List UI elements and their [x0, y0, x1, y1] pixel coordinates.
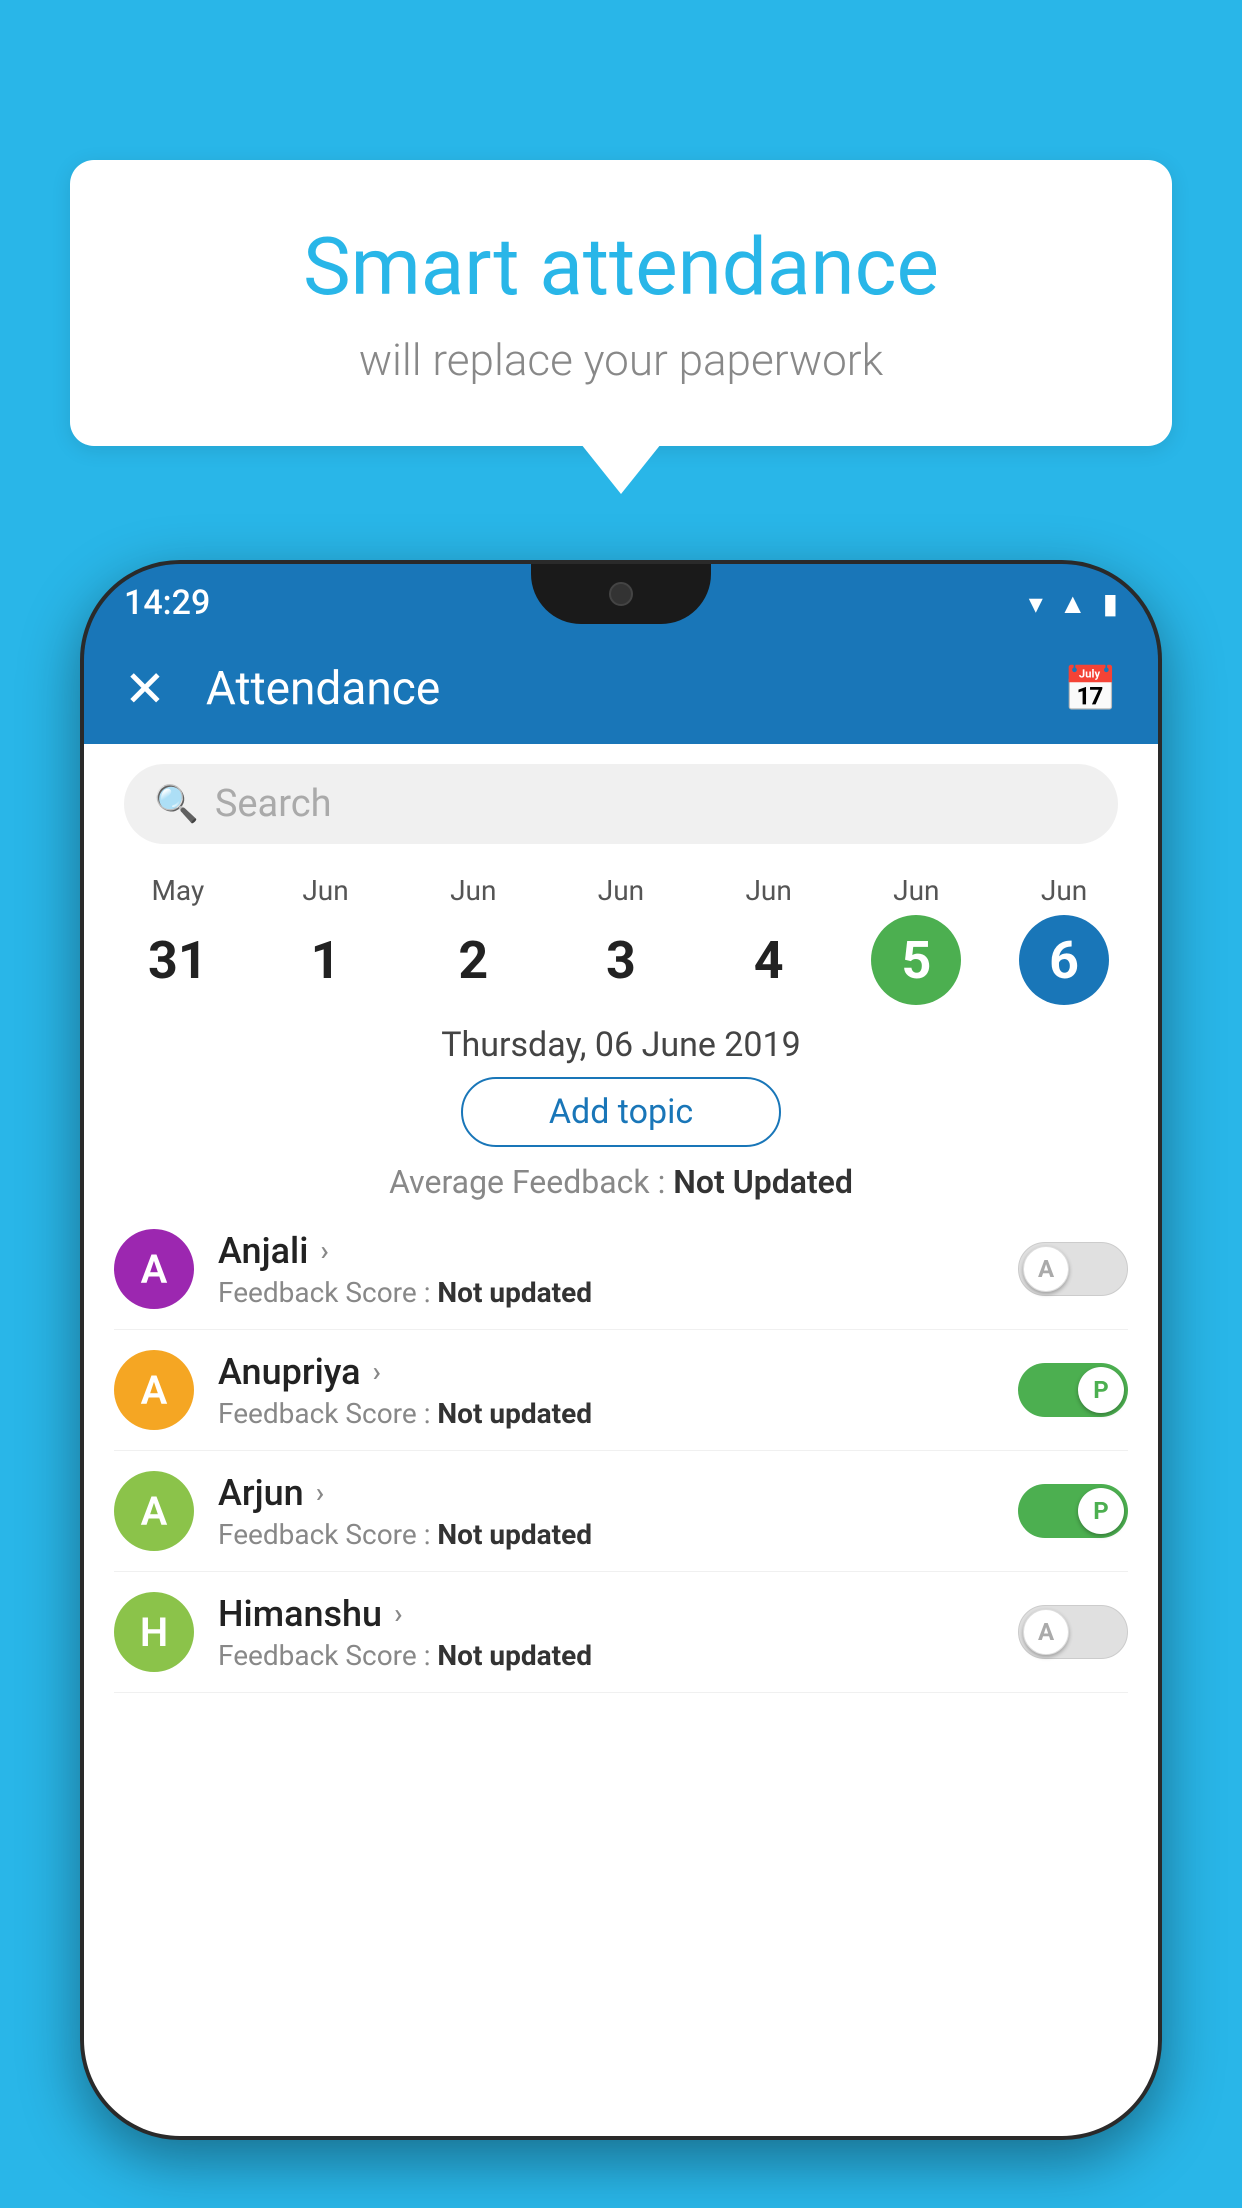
speech-bubble: Smart attendance will replace your paper… — [70, 160, 1172, 446]
cal-date-number[interactable]: 1 — [281, 915, 371, 1005]
calendar-day[interactable]: Jun 3 — [576, 874, 666, 1005]
cal-month-label: Jun — [302, 874, 348, 907]
calendar-strip: May 31 Jun 1 Jun 2 Jun 3 Jun 4 Jun 5 Jun 6 — [84, 864, 1158, 1005]
student-avatar: A — [114, 1229, 194, 1309]
student-list: AAnjali ›Feedback Score : Not updatedAAA… — [84, 1209, 1158, 1693]
cal-date-number[interactable]: 31 — [133, 915, 223, 1005]
front-camera — [609, 582, 633, 606]
search-bar[interactable]: 🔍 Search — [124, 764, 1118, 844]
cal-month-label: Jun — [893, 874, 939, 907]
search-input[interactable]: Search — [215, 782, 332, 826]
calendar-icon[interactable]: 📅 — [1063, 663, 1118, 715]
search-icon: 🔍 — [154, 783, 199, 825]
cal-month-label: Jun — [1041, 874, 1087, 907]
chevron-right-icon: › — [373, 1355, 381, 1388]
close-button[interactable]: ✕ — [124, 660, 166, 719]
cal-date-number[interactable]: 4 — [724, 915, 814, 1005]
student-avatar: A — [114, 1471, 194, 1551]
student-avatar: A — [114, 1350, 194, 1430]
bubble-subtitle: will replace your paperwork — [150, 334, 1092, 386]
phone-frame: 14:29 ▾ ▲ ▮ ✕ Attendance 📅 🔍 Search May 3… — [80, 560, 1162, 2140]
average-feedback: Average Feedback : Not Updated — [84, 1163, 1158, 1201]
attendance-toggle[interactable]: A — [1018, 1242, 1128, 1296]
student-name[interactable]: Anjali › — [218, 1230, 1018, 1272]
cal-date-number[interactable]: 2 — [428, 915, 518, 1005]
student-item[interactable]: A Anupriya › Feedback Score : Not updated P — [114, 1330, 1128, 1451]
phone-screen: 🔍 Search May 31 Jun 1 Jun 2 Jun 3 Jun 4 Jun 5 Jun 6 T… — [84, 744, 1158, 2136]
student-feedback: Feedback Score : Not updated — [218, 1639, 1018, 1672]
avg-feedback-value: Not Updated — [673, 1163, 853, 1201]
calendar-day[interactable]: Jun 1 — [281, 874, 371, 1005]
chevron-right-icon: › — [316, 1476, 324, 1509]
calendar-day[interactable]: Jun 5 — [871, 874, 961, 1005]
toggle-knob: A — [1023, 1246, 1069, 1292]
cal-month-label: Jun — [450, 874, 496, 907]
student-feedback: Feedback Score : Not updated — [218, 1518, 1018, 1551]
student-avatar: H — [114, 1592, 194, 1672]
student-feedback: Feedback Score : Not updated — [218, 1397, 1018, 1430]
cal-date-number[interactable]: 6 — [1019, 915, 1109, 1005]
avg-feedback-label: Average Feedback : — [389, 1163, 673, 1201]
calendar-day[interactable]: May 31 — [133, 874, 223, 1005]
student-info: Anupriya › Feedback Score : Not updated — [218, 1351, 1018, 1430]
selected-date: Thursday, 06 June 2019 — [84, 1025, 1158, 1065]
cal-month-label: Jun — [598, 874, 644, 907]
status-icons: ▾ ▲ ▮ — [1029, 579, 1118, 620]
student-item[interactable]: A Arjun › Feedback Score : Not updated P — [114, 1451, 1128, 1572]
cal-date-number[interactable]: 3 — [576, 915, 666, 1005]
toggle-knob: P — [1078, 1367, 1124, 1413]
phone-wrapper: 14:29 ▾ ▲ ▮ ✕ Attendance 📅 🔍 Search May 3… — [80, 560, 1162, 2208]
student-name[interactable]: Himanshu › — [218, 1593, 1018, 1635]
battery-icon: ▮ — [1103, 587, 1118, 620]
student-feedback: Feedback Score : Not updated — [218, 1276, 1018, 1309]
student-info: Arjun › Feedback Score : Not updated — [218, 1472, 1018, 1551]
student-info: Anjali › Feedback Score : Not updated — [218, 1230, 1018, 1309]
app-bar: ✕ Attendance 📅 — [84, 634, 1158, 744]
bubble-title: Smart attendance — [150, 220, 1092, 314]
phone-notch — [531, 564, 711, 624]
student-item[interactable]: AAnjali ›Feedback Score : Not updatedA — [114, 1209, 1128, 1330]
status-time: 14:29 — [124, 575, 210, 623]
speech-bubble-container: Smart attendance will replace your paper… — [70, 160, 1172, 446]
student-item[interactable]: H Himanshu › Feedback Score : Not updatedA — [114, 1572, 1128, 1693]
attendance-toggle[interactable]: P — [1018, 1363, 1128, 1417]
attendance-toggle[interactable]: A — [1018, 1605, 1128, 1659]
add-topic-button[interactable]: Add topic — [461, 1077, 781, 1147]
app-title: Attendance — [206, 662, 1063, 716]
signal-icon: ▲ — [1059, 587, 1087, 620]
wifi-icon: ▾ — [1029, 587, 1043, 620]
student-info: Himanshu › Feedback Score : Not updated — [218, 1593, 1018, 1672]
student-name[interactable]: Anupriya › — [218, 1351, 1018, 1393]
chevron-right-icon: › — [320, 1234, 328, 1267]
cal-month-label: Jun — [745, 874, 791, 907]
student-name[interactable]: Arjun › — [218, 1472, 1018, 1514]
calendar-day[interactable]: Jun 4 — [724, 874, 814, 1005]
calendar-day[interactable]: Jun 2 — [428, 874, 518, 1005]
chevron-right-icon: › — [394, 1597, 402, 1630]
toggle-knob: P — [1078, 1488, 1124, 1534]
calendar-day[interactable]: Jun 6 — [1019, 874, 1109, 1005]
attendance-toggle[interactable]: P — [1018, 1484, 1128, 1538]
cal-month-label: May — [151, 874, 204, 907]
toggle-knob: A — [1023, 1609, 1069, 1655]
cal-date-number[interactable]: 5 — [871, 915, 961, 1005]
